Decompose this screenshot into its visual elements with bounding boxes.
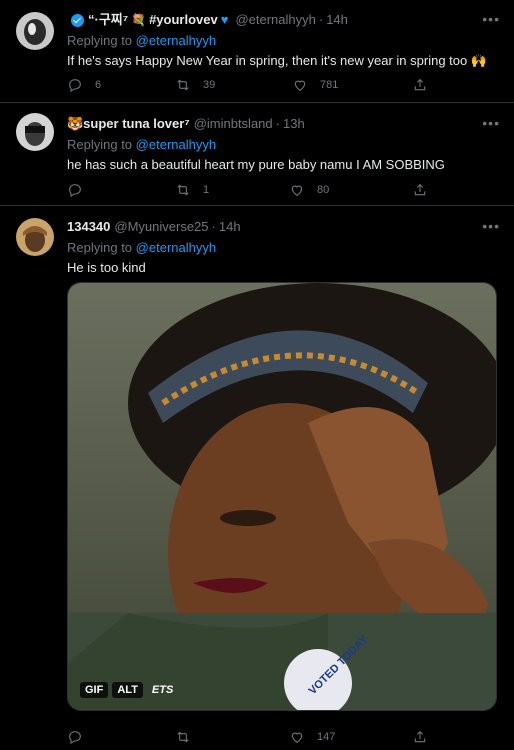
tweet-text: He is too kind: [67, 260, 146, 275]
handle[interactable]: @iminbtsland: [194, 115, 273, 133]
reply-icon: [69, 79, 81, 92]
display-name[interactable]: 🐯super tuna lover⁷: [67, 115, 190, 133]
retweet-icon: [177, 79, 189, 91]
retweet-icon: [177, 731, 189, 743]
timestamp[interactable]: 13h: [283, 115, 305, 133]
reply-context: Replying to @eternalhyyh: [67, 136, 500, 153]
reply-mention[interactable]: @eternalhyyh: [136, 240, 216, 255]
like-icon: [291, 732, 303, 743]
like-icon: [291, 185, 303, 196]
retweet-button[interactable]: 39: [175, 77, 215, 93]
reply-context: Replying to @eternalhyyh: [67, 32, 500, 49]
gif-media[interactable]: VOTED TODAY GIF ALT ETS: [67, 282, 497, 711]
more-icon[interactable]: •••: [482, 218, 500, 234]
display-name[interactable]: “·구찌⁷: [88, 11, 128, 29]
share-icon: [414, 78, 426, 91]
more-icon[interactable]: •••: [482, 115, 500, 131]
alt-button[interactable]: ALT: [112, 682, 143, 698]
reply-button[interactable]: [67, 729, 83, 745]
share-button[interactable]: [412, 729, 428, 745]
like-count: 147: [317, 731, 336, 743]
tweet-text: If he's says Happy New Year in spring, t…: [67, 53, 488, 68]
share-button[interactable]: [412, 182, 428, 198]
reply-button[interactable]: 6: [67, 77, 101, 93]
share-button[interactable]: [412, 77, 428, 93]
share-icon: [414, 183, 426, 196]
like-icon: [294, 80, 306, 91]
tweet-text: he has such a beautiful heart my pure ba…: [67, 157, 445, 172]
tweet[interactable]: “·구찌⁷ 💐 #yourlovev ♥ @eternalhyyh · 14h …: [0, 0, 514, 103]
avatar[interactable]: [16, 12, 54, 50]
tweet-header: 134340 @Myuniverse25 · 14h: [67, 218, 241, 236]
reply-prefix: Replying to: [67, 240, 133, 255]
retweet-button[interactable]: [175, 729, 191, 745]
retweet-icon: [177, 184, 189, 196]
timestamp[interactable]: 14h: [326, 11, 348, 29]
tweet-header: “·구찌⁷ 💐 #yourlovev ♥ @eternalhyyh · 14h: [67, 11, 500, 29]
gif-badges: GIF ALT ETS: [80, 682, 178, 698]
tweet-header: 🐯super tuna lover⁷ @iminbtsland · 13h: [67, 115, 305, 133]
like-button[interactable]: 147: [289, 729, 335, 745]
reply-count: 6: [95, 79, 102, 91]
more-icon[interactable]: •••: [482, 11, 500, 27]
bouquet-icon: 💐: [131, 13, 147, 27]
display-name-hashtag[interactable]: #yourlovev: [149, 11, 218, 29]
gif-label: GIF: [80, 682, 109, 698]
blue-heart-icon: ♥: [220, 12, 229, 27]
watermark: ETS: [151, 684, 174, 696]
reply-prefix: Replying to: [67, 137, 133, 152]
verified-icon: [71, 13, 84, 27]
retweet-button[interactable]: 1: [175, 182, 209, 198]
reply-icon: [69, 184, 81, 197]
retweet-count: 1: [203, 184, 210, 196]
tweet[interactable]: 134340 @Myuniverse25 · 14h ••• Replying …: [0, 207, 514, 750]
retweet-count: 39: [203, 79, 216, 91]
reply-icon: [69, 731, 81, 744]
reply-button[interactable]: [67, 182, 83, 198]
like-count: 781: [320, 79, 339, 91]
gif-image: VOTED TODAY: [68, 283, 496, 710]
reply-prefix: Replying to: [67, 33, 133, 48]
like-button[interactable]: 80: [289, 182, 329, 198]
share-icon: [414, 730, 426, 743]
like-count: 80: [317, 184, 330, 196]
reply-mention[interactable]: @eternalhyyh: [136, 137, 216, 152]
handle[interactable]: @Myuniverse25: [114, 218, 208, 236]
avatar[interactable]: [16, 113, 54, 151]
display-name[interactable]: 134340: [67, 218, 110, 236]
timestamp[interactable]: 14h: [219, 218, 241, 236]
like-button[interactable]: 781: [292, 77, 338, 93]
tweet[interactable]: 🐯super tuna lover⁷ @iminbtsland · 13h ••…: [0, 104, 514, 206]
reply-mention[interactable]: @eternalhyyh: [136, 33, 216, 48]
avatar[interactable]: [16, 218, 54, 256]
handle[interactable]: @eternalhyyh: [235, 11, 315, 29]
reply-context: Replying to @eternalhyyh: [67, 239, 500, 256]
